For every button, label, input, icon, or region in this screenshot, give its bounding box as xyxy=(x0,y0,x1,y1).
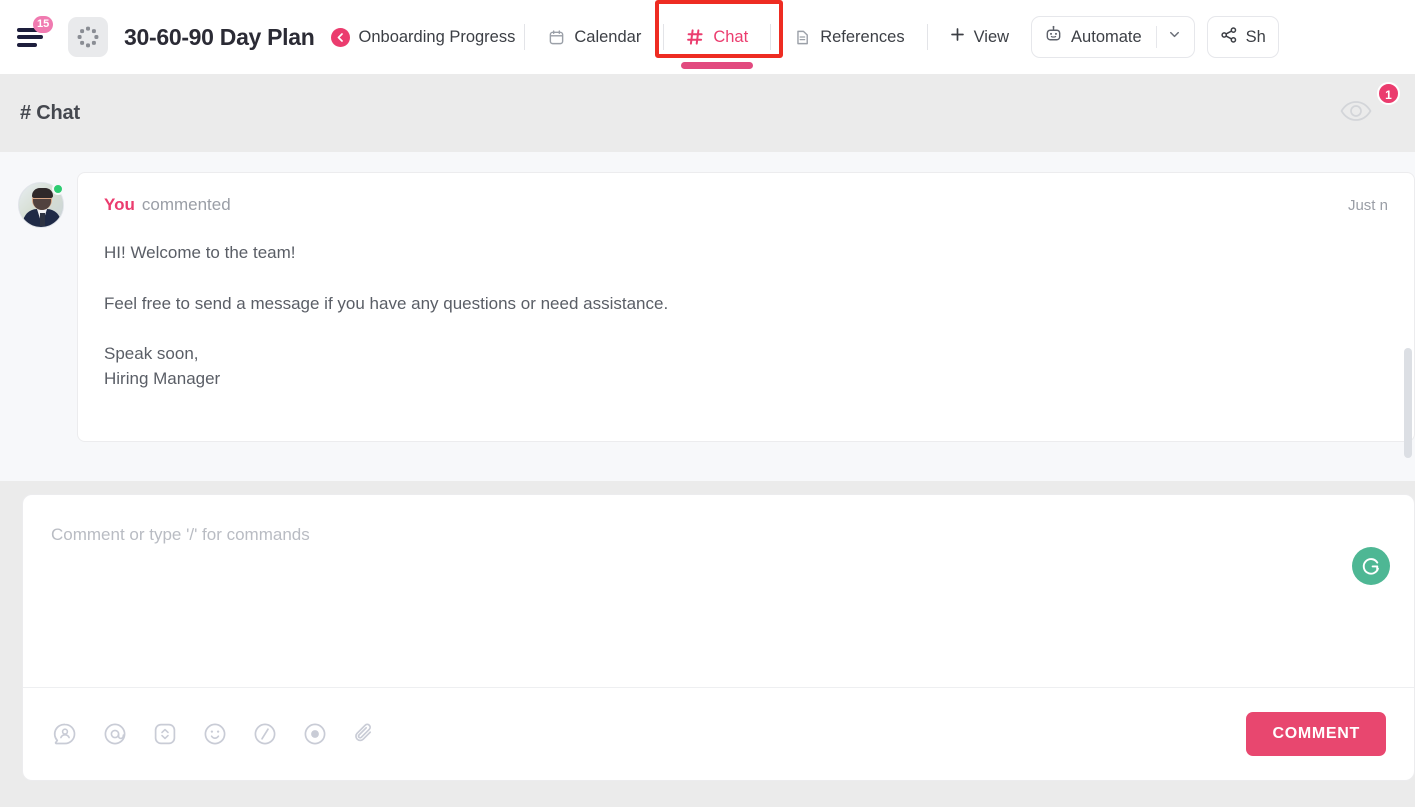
document-icon xyxy=(793,28,811,46)
message-line: Feel free to send a message if you have … xyxy=(104,293,669,313)
tab-references[interactable]: References xyxy=(780,20,917,55)
message-list-scrollbar[interactable] xyxy=(1404,348,1412,458)
message-action-verb: commented xyxy=(141,195,231,214)
share-label: Sh xyxy=(1245,27,1266,46)
expand-icon[interactable] xyxy=(151,721,178,748)
nav-divider xyxy=(524,24,526,50)
watchers-button[interactable]: 1 xyxy=(1339,82,1400,133)
breadcrumb-label: Onboarding Progress xyxy=(358,27,516,46)
robot-icon xyxy=(1044,25,1063,49)
add-view-button[interactable]: View xyxy=(937,18,1021,56)
emoji-icon[interactable] xyxy=(201,721,228,748)
tab-chat[interactable]: Chat xyxy=(655,0,784,69)
tab-references-label: References xyxy=(820,27,905,46)
chat-header-title: # Chat xyxy=(20,101,80,124)
tab-chat-label: Chat xyxy=(713,27,749,46)
message-timestamp: Just n xyxy=(1347,197,1388,214)
plus-icon xyxy=(949,26,966,48)
chat-message-header: You commented Just n xyxy=(104,195,1388,215)
slash-command-icon[interactable] xyxy=(251,721,278,748)
eye-icon xyxy=(1339,99,1373,128)
comment-input[interactable]: Comment or type '/' for commands xyxy=(23,495,1414,687)
avatar[interactable] xyxy=(18,182,64,228)
button-divider xyxy=(1155,26,1157,48)
share-icon xyxy=(1220,26,1238,49)
automate-label: Automate xyxy=(1071,27,1142,46)
clickup-task-chat-view: 15 30-60-90 Day Plan Onboarding Progress… xyxy=(0,0,1415,807)
active-tab-indicator xyxy=(681,61,754,69)
watchers-count-badge: 1 xyxy=(1377,82,1400,105)
record-icon[interactable] xyxy=(301,721,328,748)
comment-composer: Comment or type '/' for commands COMMENT xyxy=(22,494,1415,781)
nav-divider xyxy=(770,24,772,50)
automate-button[interactable]: Automate xyxy=(1031,16,1195,58)
add-view-label: View xyxy=(973,27,1010,46)
tab-calendar[interactable]: Calendar xyxy=(534,20,654,55)
calendar-icon xyxy=(547,28,565,46)
comment-input-placeholder: Comment or type '/' for commands xyxy=(51,525,310,544)
menu-notification-badge: 15 xyxy=(33,16,54,33)
composer-toolbar: COMMENT xyxy=(23,688,1414,780)
loading-spinner-icon xyxy=(77,26,98,47)
online-status-dot xyxy=(52,183,64,195)
grammarly-icon[interactable] xyxy=(1352,547,1390,585)
mention-icon[interactable] xyxy=(101,721,128,748)
submit-comment-button[interactable]: COMMENT xyxy=(1246,712,1386,756)
attachment-icon[interactable] xyxy=(351,721,378,748)
top-navigation-bar: 15 30-60-90 Day Plan Onboarding Progress… xyxy=(0,0,1415,74)
breadcrumb[interactable]: Onboarding Progress xyxy=(330,27,516,47)
chat-message: You commented Just n HI! Welcome to the … xyxy=(0,152,1415,442)
message-author[interactable]: You xyxy=(104,195,135,215)
message-line: Speak soon, xyxy=(104,344,199,364)
chat-view-header: # Chat 1 xyxy=(0,74,1415,152)
message-line: HI! Welcome to the team! xyxy=(104,243,296,262)
chat-message-card: You commented Just n HI! Welcome to the … xyxy=(77,172,1415,442)
chat-message-body: HI! Welcome to the team! Feel free to se… xyxy=(104,241,1388,392)
task-type-button[interactable] xyxy=(68,17,108,57)
nav-divider xyxy=(663,24,665,50)
nav-divider xyxy=(926,24,928,50)
hash-icon xyxy=(686,28,704,46)
tab-calendar-label: Calendar xyxy=(574,27,642,46)
menu-toggle-button[interactable]: 15 xyxy=(8,15,54,59)
share-button[interactable]: Sh xyxy=(1206,16,1279,58)
chat-message-list: You commented Just n HI! Welcome to the … xyxy=(0,152,1415,481)
assign-comment-icon[interactable] xyxy=(51,721,78,748)
chevron-left-circle-icon xyxy=(330,27,350,47)
chevron-down-icon[interactable] xyxy=(1167,27,1182,47)
page-title[interactable]: 30-60-90 Day Plan xyxy=(124,24,315,51)
message-line: Hiring Manager xyxy=(104,368,221,388)
